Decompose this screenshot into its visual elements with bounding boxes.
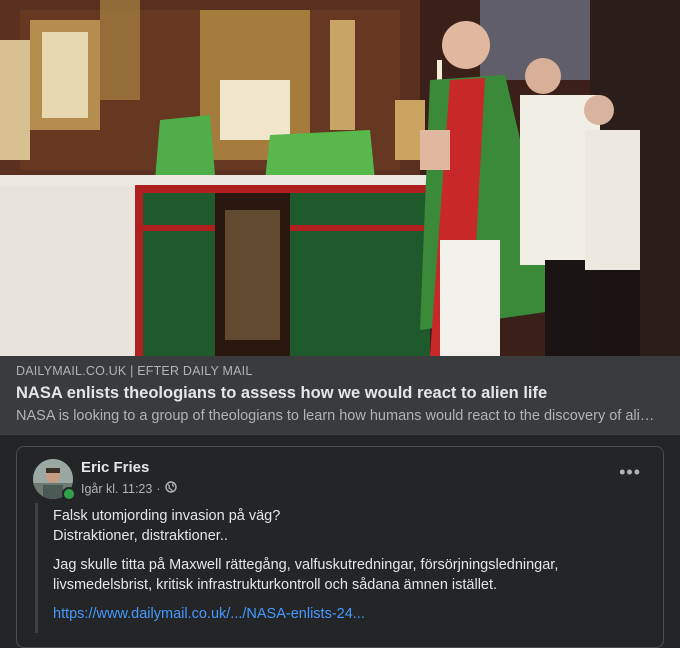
link-description: NASA is looking to a group of theologian…: [16, 408, 656, 424]
post-meta: Igår kl. 11:23 ·: [81, 481, 177, 496]
meta-separator: ·: [156, 481, 161, 496]
post-text: Falsk utomjording invasion på väg? Distr…: [53, 506, 633, 633]
quote-bar: [35, 503, 38, 633]
link-title[interactable]: NASA enlists theologians to assess how w…: [16, 384, 547, 403]
shared-post-card: Eric Fries Igår kl. 11:23 · ••• Falsk ut…: [16, 446, 664, 648]
author-name[interactable]: Eric Fries: [81, 459, 149, 476]
link-preview-image[interactable]: [0, 0, 680, 356]
more-options-icon[interactable]: •••: [619, 463, 641, 481]
divider: [0, 434, 680, 435]
timestamp[interactable]: Igår kl. 11:23: [81, 482, 152, 496]
globe-icon: [164, 481, 177, 496]
post-link[interactable]: https://www.dailymail.co.uk/.../NASA-enl…: [53, 606, 365, 622]
post-line: Distraktioner, distraktioner..: [53, 528, 228, 544]
link-preview-meta[interactable]: DAILYMAIL.CO.UK | EFTER DAILY MAIL NASA …: [0, 356, 680, 434]
church-photo: [0, 0, 680, 356]
online-status-dot: [62, 487, 76, 501]
link-domain: DAILYMAIL.CO.UK | EFTER DAILY MAIL: [16, 364, 253, 378]
post-paragraph: Jag skulle titta på Maxwell rättegång, v…: [53, 557, 559, 593]
post-line: Falsk utomjording invasion på väg?: [53, 508, 281, 524]
